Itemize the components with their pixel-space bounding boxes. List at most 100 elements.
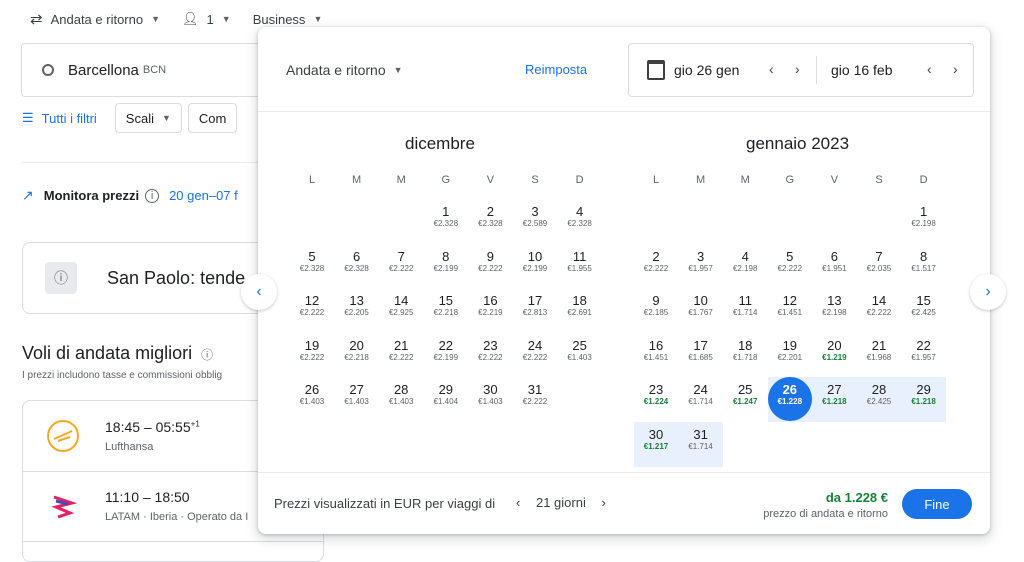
- calendar-day[interactable]: 7 €2.035: [857, 244, 901, 288]
- calendar-day[interactable]: 8 €1.517: [902, 244, 946, 288]
- calendar-day[interactable]: 27 €1.218: [812, 377, 856, 421]
- stops-filter-chip[interactable]: Scali ▼: [114, 103, 182, 133]
- weekday-label: M: [396, 174, 406, 186]
- tracking-dates[interactable]: 20 gen–07 f: [169, 188, 238, 203]
- calendar-day[interactable]: 20 €1.219: [812, 333, 856, 377]
- more-filter-chip[interactable]: Com: [187, 103, 238, 133]
- calendar-day[interactable]: 21 €1.968: [857, 333, 901, 377]
- calendar-day[interactable]: 1 €2.198: [902, 199, 946, 243]
- calendar-day[interactable]: 23 €2.222: [468, 333, 512, 377]
- calendar-day[interactable]: 26 €1.228: [767, 377, 812, 422]
- next-month-button[interactable]: ›: [970, 274, 1006, 310]
- calendar-day[interactable]: 23 €1.224: [634, 377, 678, 421]
- trip-type-select[interactable]: ⇄ Andata e ritorno ▼: [30, 10, 160, 28]
- calendar-day[interactable]: 18 €2.691: [558, 288, 602, 332]
- return-date[interactable]: gio 16 feb: [831, 62, 893, 78]
- calendar-day[interactable]: 19 €2.201: [768, 333, 812, 377]
- departure-next-icon[interactable]: ›: [795, 61, 800, 77]
- info-icon: ⓘ: [45, 262, 77, 294]
- calendar-day[interactable]: 25 €1.247: [723, 377, 767, 421]
- calendar-day[interactable]: 15 €2.425: [902, 288, 946, 332]
- day-number: 20: [349, 337, 364, 353]
- calendar-day[interactable]: 29 €1.218: [902, 377, 946, 421]
- calendar-day[interactable]: 5 €2.328: [290, 244, 334, 288]
- calendar-day[interactable]: 5 €2.222: [768, 244, 812, 288]
- calendar-day[interactable]: 1 €2.328: [424, 199, 468, 243]
- reset-button[interactable]: Reimposta: [525, 62, 587, 77]
- calendar-day[interactable]: 15 €2.218: [424, 288, 468, 332]
- calendar-day[interactable]: 30 €1.403: [468, 377, 512, 421]
- calendar-day[interactable]: 14 €2.222: [857, 288, 901, 332]
- calendar-day[interactable]: 9 €2.222: [468, 244, 512, 288]
- calendar-day[interactable]: 10 €1.767: [679, 288, 723, 332]
- calendar-day[interactable]: 7 €2.222: [379, 244, 423, 288]
- day-number: 7: [875, 248, 883, 264]
- calendar-day[interactable]: 25 €1.403: [558, 333, 602, 377]
- done-button[interactable]: Fine: [902, 489, 972, 519]
- day-number: 26: [782, 382, 798, 398]
- calendar-day[interactable]: 28 €2.425: [857, 377, 901, 421]
- calendar-day[interactable]: 28 €1.403: [379, 377, 423, 421]
- calendar-day[interactable]: 26 €1.403: [290, 377, 334, 421]
- calendar-day[interactable]: 19 €2.222: [290, 333, 334, 377]
- calendar-day[interactable]: 31 €2.222: [513, 377, 557, 421]
- calendar-day[interactable]: 11 €1.714: [723, 288, 767, 332]
- calendar-day[interactable]: 3 €1.957: [679, 244, 723, 288]
- calendar-day[interactable]: 31 €1.714: [679, 422, 723, 466]
- day-number: 30: [483, 382, 498, 398]
- from-price: da 1.228 €: [825, 490, 888, 505]
- passengers-select[interactable]: 👤︎ 1 ▼: [182, 11, 231, 27]
- calendar-day[interactable]: 11 €1.955: [558, 244, 602, 288]
- day-price: €2.328: [567, 219, 592, 228]
- calendar-day[interactable]: 9 €2.185: [634, 288, 678, 332]
- return-prev-icon[interactable]: ‹: [927, 61, 932, 77]
- calendar-day[interactable]: 6 €2.328: [335, 244, 379, 288]
- day-price: €1.217: [643, 442, 669, 451]
- calendar-day[interactable]: 22 €2.199: [424, 333, 468, 377]
- calendar-day[interactable]: 13 €2.198: [812, 288, 856, 332]
- cabin-select[interactable]: Business ▼: [253, 12, 323, 27]
- calendar-day[interactable]: 16 €2.219: [468, 288, 512, 332]
- popup-trip-type-select[interactable]: Andata e ritorno ▼: [286, 62, 403, 78]
- calendar-day[interactable]: 18 €1.718: [723, 333, 767, 377]
- previous-month-button[interactable]: ‹: [241, 274, 277, 310]
- calendar-day[interactable]: 12 €2.222: [290, 288, 334, 332]
- day-number: 6: [830, 248, 838, 264]
- all-filters-button[interactable]: ☰ Tutti i filtri: [22, 110, 97, 126]
- popup-trip-type-label: Andata e ritorno: [286, 62, 386, 78]
- calendar-day[interactable]: 8 €2.199: [424, 244, 468, 288]
- calendar-day[interactable]: 4 €2.198: [723, 244, 767, 288]
- departure-prev-icon[interactable]: ‹: [769, 61, 774, 77]
- departure-date[interactable]: gio 26 gen: [674, 62, 739, 78]
- info-icon[interactable]: i: [145, 188, 160, 203]
- calendar-day[interactable]: 29 €1.404: [424, 377, 468, 421]
- duration-increase-icon[interactable]: ›: [601, 495, 605, 510]
- calendar-day[interactable]: 2 €2.328: [468, 199, 512, 243]
- calendar-day[interactable]: 24 €1.714: [679, 377, 723, 421]
- day-number: 13: [349, 293, 364, 309]
- calendar-day[interactable]: 16 €1.451: [634, 333, 678, 377]
- return-next-icon[interactable]: ›: [953, 61, 958, 77]
- duration-decrease-icon[interactable]: ‹: [516, 495, 520, 510]
- calendar-day[interactable]: 10 €2.199: [513, 244, 557, 288]
- info-icon[interactable]: ⓘ: [201, 348, 213, 362]
- day-number: 4: [575, 204, 584, 219]
- calendar-day[interactable]: 20 €2.218: [335, 333, 379, 377]
- calendar-day[interactable]: 14 €2.925: [379, 288, 423, 332]
- day-number: 15: [916, 293, 931, 309]
- calendar-day[interactable]: 12 €1.451: [768, 288, 812, 332]
- calendar-day[interactable]: 22 €1.957: [902, 333, 946, 377]
- calendar-day[interactable]: 21 €2.222: [379, 333, 423, 377]
- calendar-day[interactable]: 30 €1.217: [634, 422, 678, 466]
- calendar-day[interactable]: 4 €2.328: [558, 199, 602, 243]
- calendar-day[interactable]: 17 €1.685: [679, 333, 723, 377]
- day-price: €1.714: [732, 308, 758, 318]
- calendar-day[interactable]: 3 €2.589: [513, 199, 557, 243]
- calendar-day[interactable]: 27 €1.403: [335, 377, 379, 421]
- day-number: 18: [572, 293, 587, 309]
- calendar-day[interactable]: 6 €1.951: [812, 244, 856, 288]
- calendar-day[interactable]: 17 €2.813: [513, 288, 557, 332]
- calendar-day[interactable]: 13 €2.205: [335, 288, 379, 332]
- calendar-day[interactable]: 2 €2.222: [634, 244, 678, 288]
- calendar-day[interactable]: 24 €2.222: [513, 333, 557, 377]
